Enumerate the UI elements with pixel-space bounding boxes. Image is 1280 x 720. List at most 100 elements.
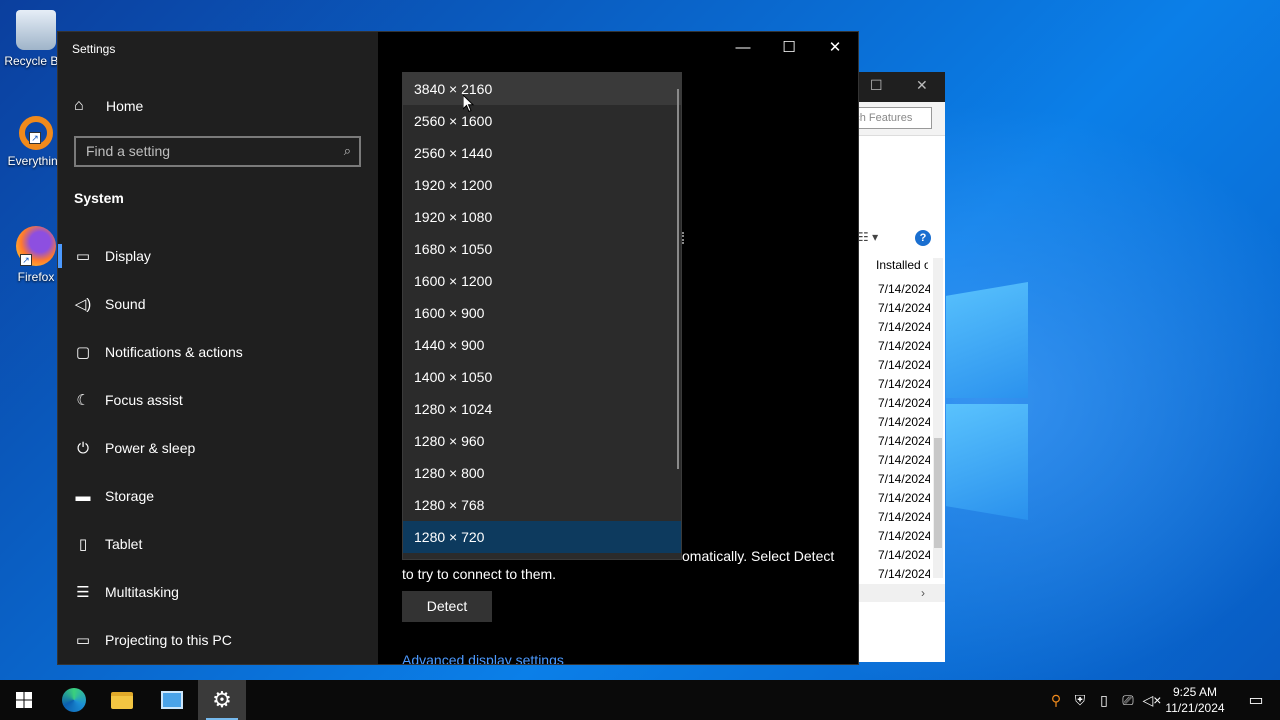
moon-icon: ☾ bbox=[76, 392, 90, 409]
maximize-button[interactable]: ☐ bbox=[766, 32, 812, 64]
notification-center-icon: ▭ bbox=[1248, 692, 1264, 709]
section-title: System bbox=[74, 190, 124, 206]
home-icon: ⌂ bbox=[74, 97, 84, 114]
shield-icon[interactable]: ⛨ bbox=[1068, 692, 1092, 709]
gear-icon: ⚙ bbox=[212, 687, 232, 712]
taskbar: ⚙ ⚲ ⛨ ▯ ⎚ ◁× 9:25 AM 11/21/2024 ▭ bbox=[0, 680, 1280, 720]
background-window-toolbar: Search Features bbox=[858, 102, 945, 136]
background-window[interactable]: ☐ ✕ Search Features ☷ ▾ ? Installed on 7… bbox=[858, 72, 945, 662]
list-item-date[interactable]: 7/14/2024 bbox=[878, 299, 930, 318]
chevron-right-icon[interactable]: › bbox=[921, 586, 925, 600]
windows-start-icon bbox=[16, 692, 32, 708]
storage-icon: ▬ bbox=[75, 487, 91, 505]
resolution-dropdown-list[interactable]: 3840 × 2160 2560 × 1600 2560 × 1440 1920 × … bbox=[402, 72, 682, 560]
resolution-option[interactable]: 1440 × 900 bbox=[403, 329, 681, 361]
nav-item-tablet[interactable]: ▯ Tablet bbox=[58, 520, 378, 568]
scrollbar-thumb[interactable] bbox=[934, 438, 942, 548]
window-controls: — ☐ ✕ bbox=[720, 32, 858, 64]
resolution-option[interactable]: 1280 × 1024 bbox=[403, 393, 681, 425]
control-panel-taskbar-button[interactable] bbox=[148, 680, 196, 720]
home-nav-item[interactable]: ⌂ Home bbox=[74, 96, 143, 116]
nav-item-focus-assist[interactable]: ☾ Focus assist bbox=[58, 376, 378, 424]
list-item-date[interactable]: 7/14/2024 bbox=[878, 375, 930, 394]
nav-item-notifications[interactable]: ▢ Notifications & actions bbox=[58, 328, 378, 376]
everything-search-icon: ↗ bbox=[19, 116, 53, 150]
maximize-icon[interactable]: ☐ bbox=[870, 77, 883, 94]
monitor-icon: ▭ bbox=[75, 248, 91, 265]
edge-taskbar-button[interactable] bbox=[50, 680, 98, 720]
list-item-date[interactable]: 7/14/2024 bbox=[878, 451, 930, 470]
vertical-scrollbar[interactable] bbox=[933, 258, 943, 578]
resolution-option[interactable]: 1400 × 1050 bbox=[403, 361, 681, 393]
horizontal-scrollbar[interactable]: › bbox=[858, 584, 945, 602]
search-icon[interactable]: ⌕ bbox=[344, 143, 351, 159]
resolution-option[interactable]: 3840 × 2160 bbox=[403, 73, 681, 105]
list-item-date[interactable]: 7/14/2024 bbox=[878, 413, 930, 432]
nav-item-power-sleep[interactable]: ⏻ Power & sleep bbox=[58, 424, 378, 472]
windows-logo-pane bbox=[946, 404, 1028, 520]
clock-time: 9:25 AM bbox=[1172, 685, 1218, 699]
resolution-option[interactable]: 1920 × 1200 bbox=[403, 169, 681, 201]
start-button[interactable] bbox=[0, 680, 48, 720]
notification-icon: ▢ bbox=[75, 344, 91, 361]
nav-item-multitasking[interactable]: ☰ Multitasking bbox=[58, 568, 378, 616]
edge-icon bbox=[62, 688, 86, 712]
action-center-button[interactable]: ▭ bbox=[1232, 680, 1280, 720]
resolution-option[interactable]: 1280 × 720 bbox=[403, 521, 681, 553]
list-item-date[interactable]: 7/14/2024 bbox=[878, 470, 930, 489]
projecting-icon: ▭ bbox=[75, 632, 91, 649]
view-options-icon[interactable]: ☷ ▾ bbox=[858, 230, 878, 244]
list-item-date[interactable]: 7/14/2024 bbox=[878, 508, 930, 527]
taskbar-clock[interactable]: 9:25 AM 11/21/2024 bbox=[1160, 684, 1230, 716]
list-item-date[interactable]: 7/14/2024 bbox=[878, 394, 930, 413]
settings-sidebar: Settings ⌂ Home Find a setting ⌕ System … bbox=[58, 32, 378, 664]
resolution-option[interactable]: 1280 × 800 bbox=[403, 457, 681, 489]
shortcut-arrow-icon: ↗ bbox=[29, 132, 41, 144]
resolution-option[interactable]: 2560 × 1440 bbox=[403, 137, 681, 169]
help-icon[interactable]: ? bbox=[915, 230, 931, 246]
nav-item-display[interactable]: ▭ Display bbox=[58, 232, 378, 280]
resolution-option[interactable]: 1920 × 1080 bbox=[403, 201, 681, 233]
resolution-option[interactable]: 1280 × 768 bbox=[403, 489, 681, 521]
resolution-option[interactable]: 1600 × 900 bbox=[403, 297, 681, 329]
list-item-date[interactable]: 7/14/2024 bbox=[878, 546, 930, 565]
installed-dates-list: 7/14/2024 7/14/2024 7/14/2024 7/14/2024 7/14… bbox=[878, 280, 930, 584]
system-nav-list: ▭ Display ◁) Sound ▢ Notifications & action… bbox=[58, 232, 378, 664]
resolution-option[interactable]: 1280 × 960 bbox=[403, 425, 681, 457]
detect-button[interactable]: Detect bbox=[402, 591, 492, 622]
advanced-display-settings-link[interactable]: Advanced display settings bbox=[402, 652, 564, 664]
list-item-date[interactable]: 7/14/2024 bbox=[878, 565, 930, 584]
usb-icon[interactable]: ▯ bbox=[1092, 692, 1116, 709]
firefox-icon: ↗ bbox=[16, 226, 56, 266]
view-options-bar: ☷ ▾ ? bbox=[858, 228, 945, 250]
resolution-option[interactable]: 1600 × 1200 bbox=[403, 265, 681, 297]
control-panel-icon bbox=[161, 691, 183, 709]
nav-item-sound[interactable]: ◁) Sound bbox=[58, 280, 378, 328]
column-header-installed-on[interactable]: Installed on bbox=[876, 258, 928, 272]
list-item-date[interactable]: 7/14/2024 bbox=[878, 489, 930, 508]
list-item-date[interactable]: 7/14/2024 bbox=[878, 280, 930, 299]
list-item-date[interactable]: 7/14/2024 bbox=[878, 527, 930, 546]
everything-tray-icon[interactable]: ⚲ bbox=[1044, 692, 1068, 709]
recycle-bin-icon bbox=[16, 10, 56, 50]
home-label: Home bbox=[106, 98, 144, 114]
list-item-date[interactable]: 7/14/2024 bbox=[878, 356, 930, 375]
list-item-date[interactable]: 7/14/2024 bbox=[878, 432, 930, 451]
network-icon[interactable]: ⎚ bbox=[1116, 692, 1140, 709]
list-item-date[interactable]: 7/14/2024 bbox=[878, 337, 930, 356]
list-item-date[interactable]: 7/14/2024 bbox=[878, 318, 930, 337]
nav-item-projecting[interactable]: ▭ Projecting to this PC bbox=[58, 616, 378, 664]
resolution-option[interactable]: 2560 × 1600 bbox=[403, 105, 681, 137]
settings-taskbar-button[interactable]: ⚙ bbox=[198, 680, 246, 720]
dropdown-scrollbar[interactable] bbox=[677, 89, 679, 469]
shortcut-arrow-icon: ↗ bbox=[20, 254, 32, 266]
close-icon[interactable]: ✕ bbox=[916, 77, 928, 94]
close-button[interactable]: ✕ bbox=[812, 32, 858, 64]
file-explorer-taskbar-button[interactable] bbox=[98, 680, 146, 720]
nav-item-storage[interactable]: ▬ Storage bbox=[58, 472, 378, 520]
resolution-option[interactable]: 1680 × 1050 bbox=[403, 233, 681, 265]
find-setting-search-input[interactable]: Find a setting ⌕ bbox=[74, 136, 361, 167]
scroll-indicator bbox=[682, 232, 684, 244]
minimize-button[interactable]: — bbox=[720, 32, 766, 64]
features-search-input[interactable]: Search Features bbox=[858, 107, 932, 129]
